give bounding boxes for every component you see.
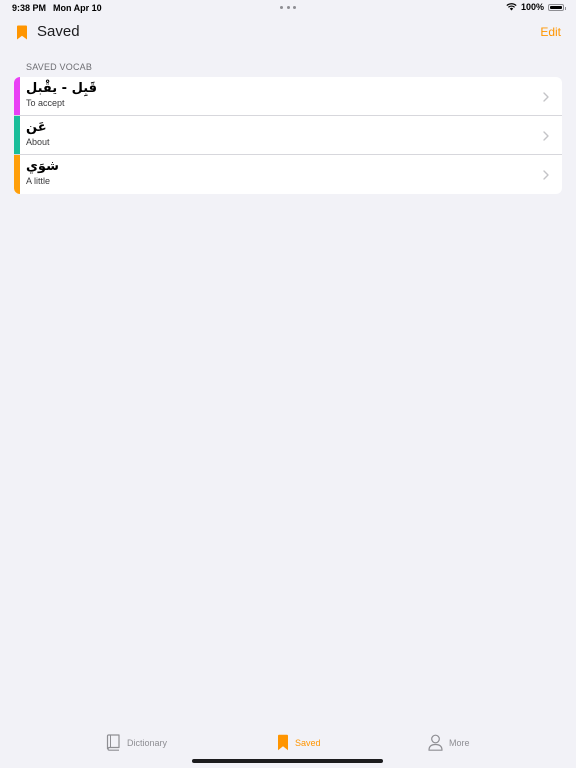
vocab-english: To accept	[26, 98, 65, 108]
section-header: SAVED VOCAB	[26, 62, 93, 72]
battery-percent: 100%	[520, 2, 544, 12]
person-icon	[428, 734, 443, 751]
edit-button[interactable]: Edit	[540, 25, 561, 39]
vocab-row[interactable]: عَن About	[14, 116, 562, 155]
status-right: 100%	[506, 2, 566, 12]
vocab-arabic: عَن	[26, 120, 47, 135]
book-icon	[106, 734, 120, 751]
status-bar: 9:38 PM Mon Apr 10 100%	[0, 0, 576, 16]
tab-more[interactable]: More	[428, 734, 470, 751]
battery-fill	[550, 5, 562, 9]
tab-saved[interactable]: Saved	[277, 734, 321, 751]
home-indicator[interactable]	[192, 759, 383, 763]
vocab-english: A little	[26, 176, 51, 186]
vocab-arabic: شوَي	[26, 159, 59, 174]
chevron-right-icon	[543, 92, 549, 102]
vocab-row[interactable]: شوَي A little	[14, 155, 562, 194]
tab-dictionary-label: Dictionary	[127, 737, 168, 748]
bookmark-icon	[17, 25, 27, 40]
tab-more-label: More	[449, 737, 470, 748]
page-title: Saved	[37, 23, 80, 40]
bookmark-icon	[278, 734, 288, 751]
battery-icon	[548, 3, 566, 11]
saved-vocab-list: قَبِل - يقْبل To accept عَن About شوَي A…	[14, 77, 562, 194]
vocab-english: About	[26, 137, 50, 147]
chevron-right-icon	[543, 131, 549, 141]
tab-saved-label: Saved	[295, 737, 321, 748]
status-date: Mon Apr 10	[53, 3, 102, 13]
vocab-color-bar	[14, 77, 20, 115]
chevron-right-icon	[543, 170, 549, 180]
vocab-color-bar	[14, 155, 20, 194]
tab-dictionary[interactable]: Dictionary	[106, 734, 167, 751]
vocab-row[interactable]: قَبِل - يقْبل To accept	[14, 77, 562, 116]
vocab-arabic: قَبِل - يقْبل	[26, 81, 98, 96]
vocab-color-bar	[14, 116, 20, 154]
wifi-icon	[506, 3, 517, 11]
navigation-bar: Saved Edit	[0, 18, 576, 46]
multitasking-dots-icon[interactable]	[280, 6, 296, 10]
status-time: 9:38 PM	[12, 3, 47, 13]
